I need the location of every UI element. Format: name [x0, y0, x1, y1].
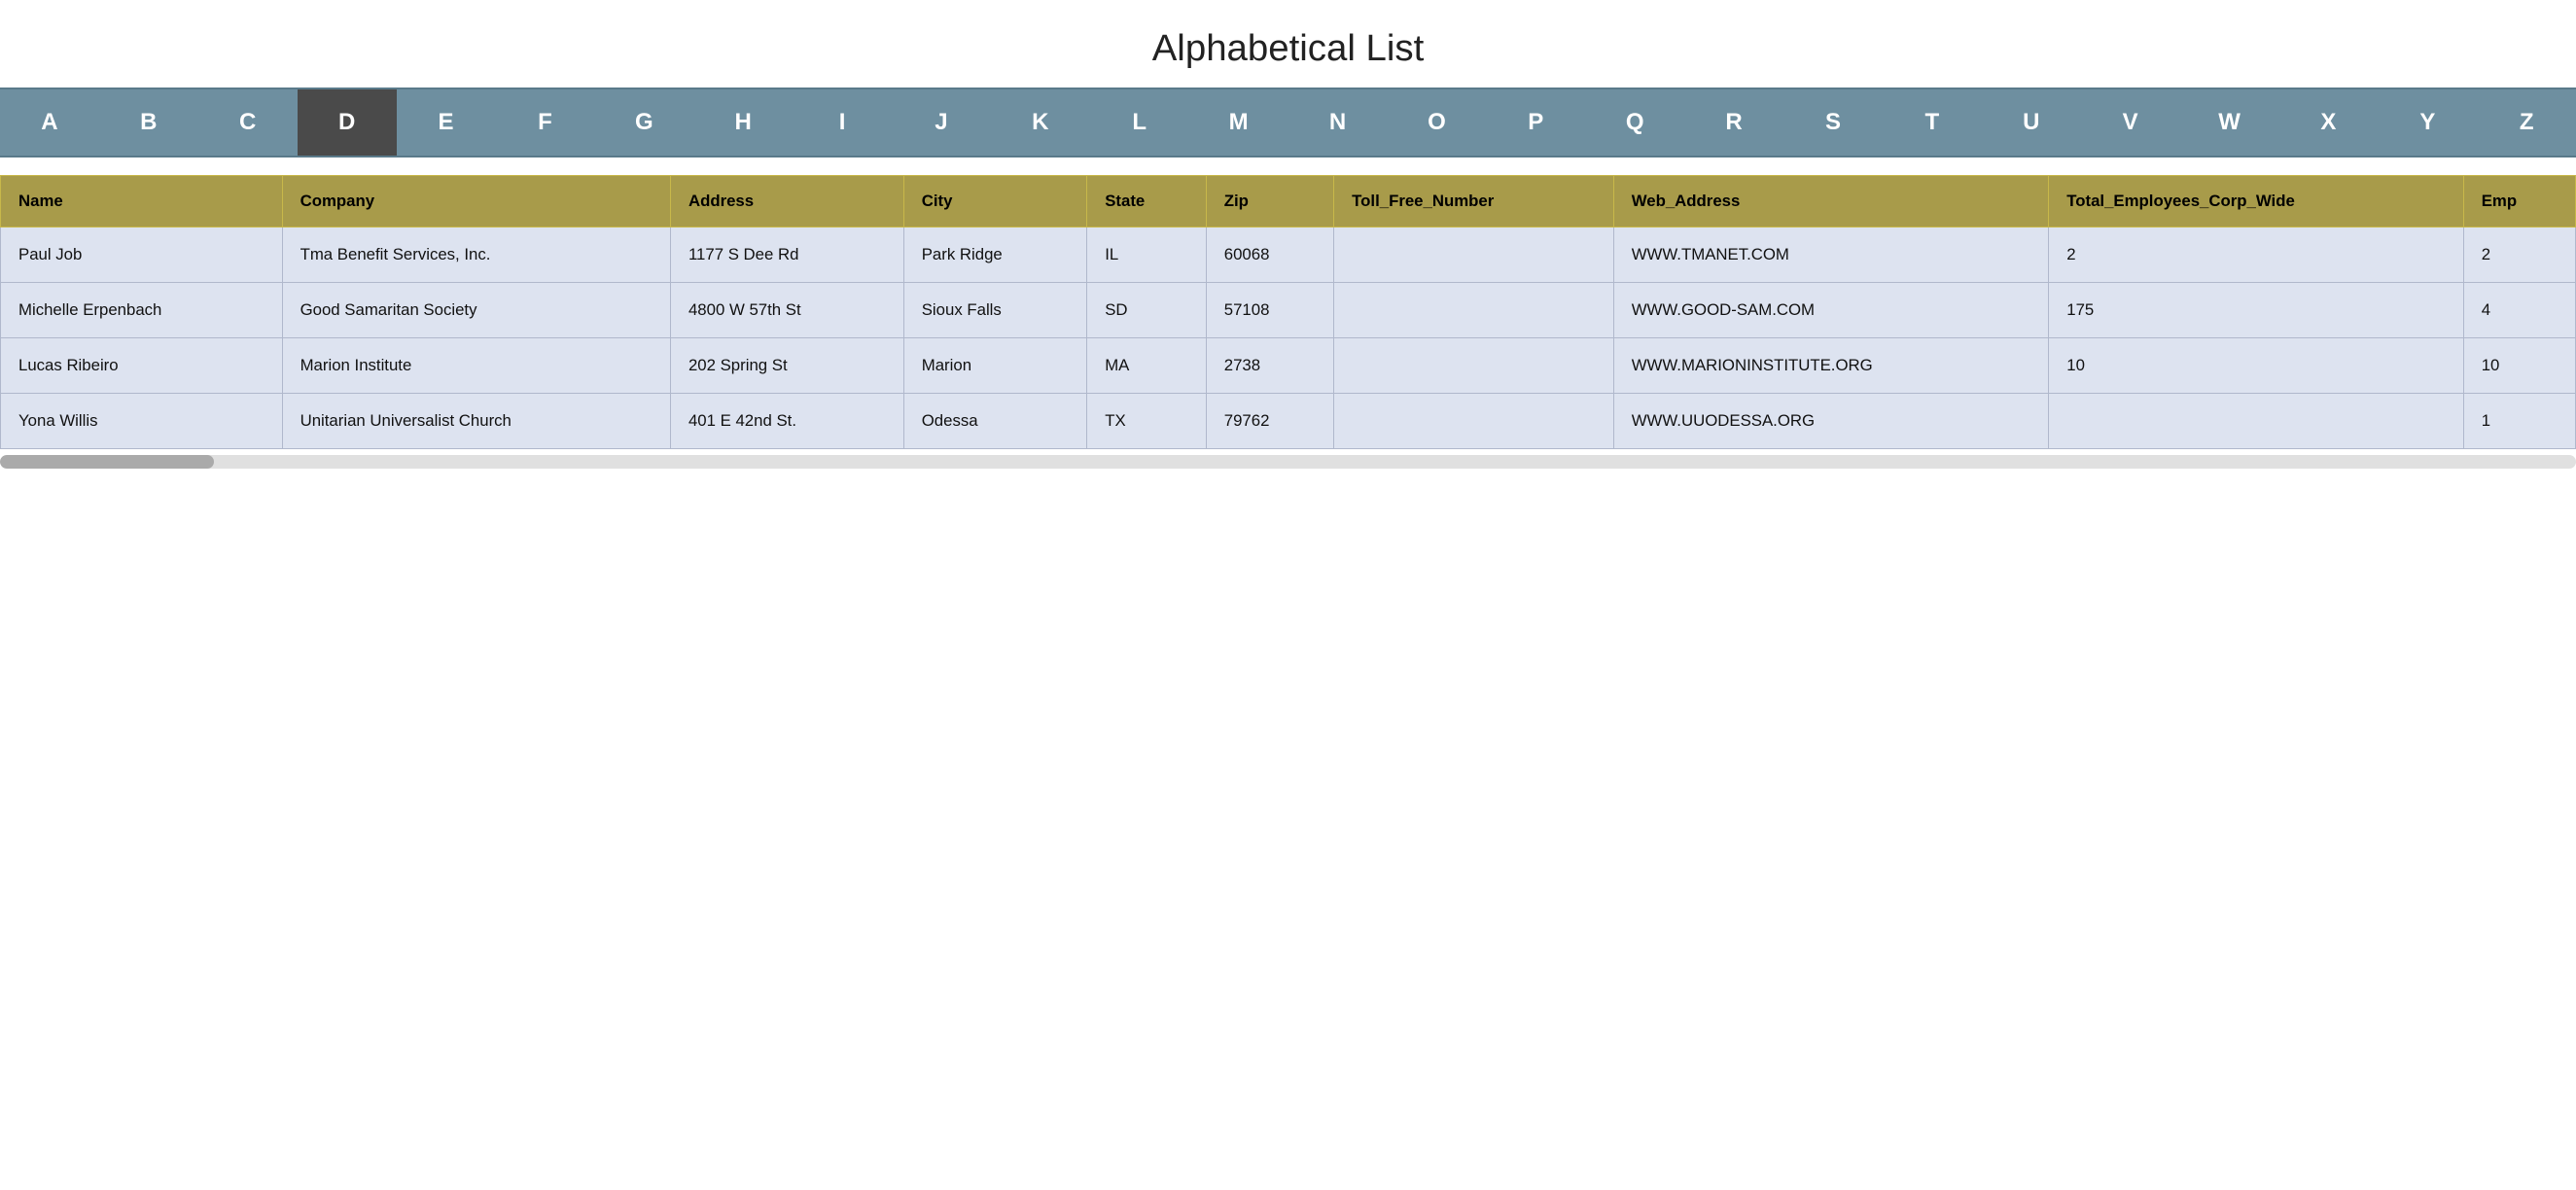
scrollbar-track[interactable] — [0, 455, 2576, 469]
alpha-nav-item-p[interactable]: P — [1486, 89, 1585, 156]
col-header-total-employees-corp-wide: Total_Employees_Corp_Wide — [2049, 176, 2463, 228]
alpha-nav-item-a[interactable]: A — [0, 89, 99, 156]
alpha-nav-item-q[interactable]: Q — [1585, 89, 1684, 156]
alpha-nav-item-k[interactable]: K — [991, 89, 1090, 156]
cell-address: 401 E 42nd St. — [670, 394, 903, 449]
cell-total-employees-corp-wide: 2 — [2049, 228, 2463, 283]
alpha-nav-item-v[interactable]: V — [2081, 89, 2180, 156]
cell-total-employees-corp-wide: 10 — [2049, 338, 2463, 394]
cell-state: IL — [1087, 228, 1207, 283]
alpha-nav-item-w[interactable]: W — [2180, 89, 2279, 156]
cell-web-address: WWW.UUODESSA.ORG — [1613, 394, 2049, 449]
cell-city: Park Ridge — [903, 228, 1086, 283]
col-header-state: State — [1087, 176, 1207, 228]
alpha-nav-item-u[interactable]: U — [1982, 89, 2081, 156]
alpha-nav-item-r[interactable]: R — [1684, 89, 1783, 156]
cell-zip: 57108 — [1206, 283, 1333, 338]
col-header-toll-free-number: Toll_Free_Number — [1334, 176, 1614, 228]
col-header-zip: Zip — [1206, 176, 1333, 228]
alpha-nav-item-m[interactable]: M — [1189, 89, 1288, 156]
scrollbar-wrap — [0, 449, 2576, 478]
cell-name: Michelle Erpenbach — [1, 283, 283, 338]
cell-toll-free-number — [1334, 338, 1614, 394]
alpha-nav-item-z[interactable]: Z — [2477, 89, 2576, 156]
alpha-nav-item-f[interactable]: F — [495, 89, 594, 156]
col-header-city: City — [903, 176, 1086, 228]
cell-zip: 60068 — [1206, 228, 1333, 283]
cell-state: MA — [1087, 338, 1207, 394]
cell-web-address: WWW.MARIONINSTITUTE.ORG — [1613, 338, 2049, 394]
cell-web-address: WWW.TMANET.COM — [1613, 228, 2049, 283]
cell-total-employees-corp-wide — [2049, 394, 2463, 449]
col-header-address: Address — [670, 176, 903, 228]
cell-address: 1177 S Dee Rd — [670, 228, 903, 283]
alpha-nav-item-c[interactable]: C — [198, 89, 298, 156]
cell-company: Tma Benefit Services, Inc. — [282, 228, 670, 283]
page-title: Alphabetical List — [0, 0, 2576, 88]
col-header-web-address: Web_Address — [1613, 176, 2049, 228]
table-container: NameCompanyAddressCityStateZipToll_Free_… — [0, 158, 2576, 449]
alpha-nav-item-n[interactable]: N — [1288, 89, 1388, 156]
table-row: Yona WillisUnitarian Universalist Church… — [1, 394, 2576, 449]
cell-company: Good Samaritan Society — [282, 283, 670, 338]
alphabet-nav: ABCDEFGHIJKLMNOPQRSTUVWXYZ — [0, 88, 2576, 158]
cell-city: Marion — [903, 338, 1086, 394]
cell-toll-free-number — [1334, 228, 1614, 283]
cell-total-employees-corp-wide: 175 — [2049, 283, 2463, 338]
cell-state: SD — [1087, 283, 1207, 338]
table-row: Lucas RibeiroMarion Institute202 Spring … — [1, 338, 2576, 394]
cell-company: Unitarian Universalist Church — [282, 394, 670, 449]
col-header-name: Name — [1, 176, 283, 228]
cell-emp: 2 — [2463, 228, 2575, 283]
cell-zip: 79762 — [1206, 394, 1333, 449]
cell-emp: 4 — [2463, 283, 2575, 338]
cell-address: 202 Spring St — [670, 338, 903, 394]
alpha-nav-item-d[interactable]: D — [298, 89, 397, 156]
table-row: Paul JobTma Benefit Services, Inc.1177 S… — [1, 228, 2576, 283]
cell-state: TX — [1087, 394, 1207, 449]
scrollbar-thumb[interactable] — [0, 455, 214, 469]
table-row: Michelle ErpenbachGood Samaritan Society… — [1, 283, 2576, 338]
cell-name: Yona Willis — [1, 394, 283, 449]
cell-city: Odessa — [903, 394, 1086, 449]
cell-name: Lucas Ribeiro — [1, 338, 283, 394]
col-header-company: Company — [282, 176, 670, 228]
alpha-nav-item-j[interactable]: J — [892, 89, 991, 156]
cell-city: Sioux Falls — [903, 283, 1086, 338]
col-header-emp: Emp — [2463, 176, 2575, 228]
cell-emp: 10 — [2463, 338, 2575, 394]
cell-company: Marion Institute — [282, 338, 670, 394]
alpha-nav-item-h[interactable]: H — [693, 89, 793, 156]
alpha-nav-item-b[interactable]: B — [99, 89, 198, 156]
alpha-nav-item-y[interactable]: Y — [2378, 89, 2477, 156]
cell-web-address: WWW.GOOD-SAM.COM — [1613, 283, 2049, 338]
alpha-nav-item-t[interactable]: T — [1883, 89, 1982, 156]
cell-toll-free-number — [1334, 283, 1614, 338]
cell-toll-free-number — [1334, 394, 1614, 449]
alpha-nav-item-i[interactable]: I — [793, 89, 892, 156]
cell-emp: 1 — [2463, 394, 2575, 449]
alpha-nav-item-g[interactable]: G — [594, 89, 693, 156]
alpha-nav-item-o[interactable]: O — [1387, 89, 1486, 156]
cell-zip: 2738 — [1206, 338, 1333, 394]
alpha-nav-item-l[interactable]: L — [1090, 89, 1189, 156]
cell-name: Paul Job — [1, 228, 283, 283]
alphabetical-table: NameCompanyAddressCityStateZipToll_Free_… — [0, 175, 2576, 449]
alpha-nav-item-x[interactable]: X — [2278, 89, 2378, 156]
alpha-nav-item-e[interactable]: E — [397, 89, 496, 156]
alpha-nav-item-s[interactable]: S — [1783, 89, 1883, 156]
cell-address: 4800 W 57th St — [670, 283, 903, 338]
